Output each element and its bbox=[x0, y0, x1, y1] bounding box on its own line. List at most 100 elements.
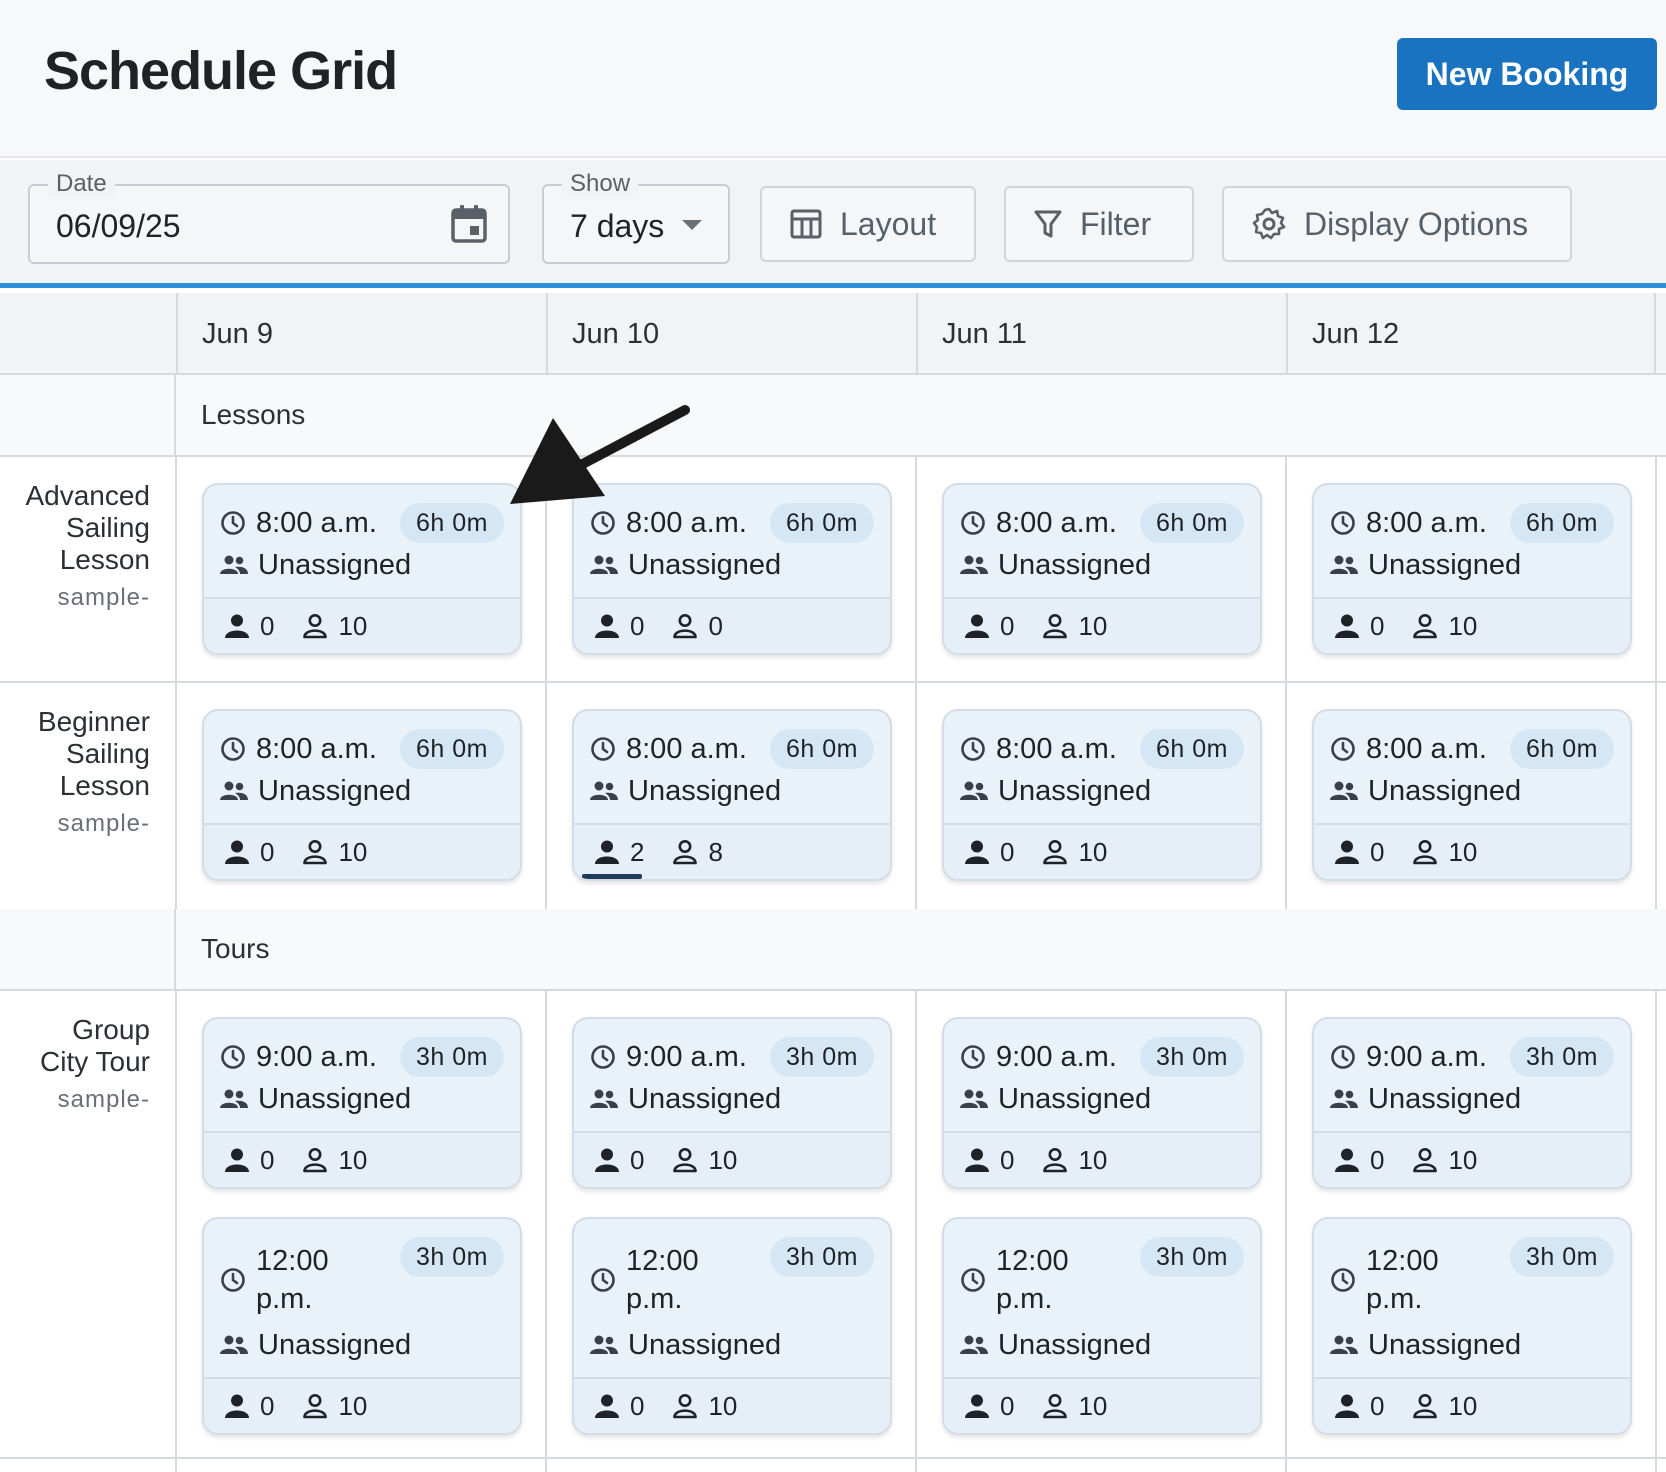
row-name-line: Sailing bbox=[65, 738, 150, 769]
duration-badge: 6h 0m bbox=[1140, 729, 1244, 769]
date-field[interactable]: Date 06/09/25 bbox=[28, 170, 510, 264]
booking-card[interactable]: 8:00 a.m. 6h 0m Unassigned 0 10 bbox=[202, 709, 522, 881]
booking-card[interactable]: 8:00 a.m. 6h 0m Unassigned 0 10 bbox=[1312, 709, 1632, 881]
booked-count: 0 bbox=[594, 1145, 644, 1176]
booking-card[interactable]: 12:00 p.m. 3h 0m Unassigned 0 10 bbox=[202, 1217, 522, 1435]
card-body: 9:00 a.m. 3h 0m Unassigned bbox=[944, 1019, 1260, 1119]
booked-count: 0 bbox=[224, 837, 274, 868]
caret-down-icon[interactable] bbox=[682, 220, 702, 230]
available-count-value: 10 bbox=[1078, 1144, 1108, 1175]
filter-icon bbox=[1034, 210, 1062, 238]
available-count: 10 bbox=[302, 1391, 367, 1422]
person-outline-icon bbox=[1043, 1148, 1068, 1173]
booked-count: 0 bbox=[1334, 837, 1384, 868]
row-label-group-city-tour: Group City Tour sample- bbox=[0, 1014, 150, 1116]
person-outline-icon bbox=[303, 1394, 328, 1419]
booking-card[interactable]: 8:00 a.m. 6h 0m Unassigned 0 10 bbox=[202, 483, 522, 655]
duration-badge: 3h 0m bbox=[770, 1037, 874, 1077]
row-name-line: Sailing bbox=[65, 512, 150, 543]
card-staff: Unassigned bbox=[998, 774, 1152, 807]
card-body: 9:00 a.m. 3h 0m Unassigned bbox=[204, 1019, 520, 1119]
card-capacity: 00 bbox=[574, 597, 890, 653]
available-count-value: 10 bbox=[338, 1144, 368, 1175]
date-field-value[interactable]: 06/09/25 bbox=[56, 208, 181, 245]
duration-badge: 6h 0m bbox=[400, 729, 504, 769]
card-time: 9:00 a.m. bbox=[996, 1040, 1117, 1073]
booked-count-value: 0 bbox=[1000, 836, 1015, 867]
booking-card[interactable]: 9:00 a.m. 3h 0m Unassigned 0 10 bbox=[572, 1017, 892, 1189]
filter-button[interactable]: Filter bbox=[1004, 186, 1194, 262]
booking-card[interactable]: 9:00 a.m. 3h 0m Unassigned 0 10 bbox=[1312, 1017, 1632, 1189]
date-header-jun9[interactable]: Jun 9 bbox=[176, 293, 546, 375]
card-staff: Unassigned bbox=[1368, 1328, 1522, 1361]
booked-count: 0 bbox=[224, 611, 274, 642]
booked-count-value: 0 bbox=[260, 1144, 275, 1175]
duration-badge: 6h 0m bbox=[1510, 503, 1614, 543]
card-staff: Unassigned bbox=[258, 548, 412, 581]
row-label-beginner-sailing: Beginner Sailing Lesson sample- bbox=[0, 706, 150, 840]
group-icon bbox=[960, 781, 988, 800]
card-time: 8:00 a.m. bbox=[256, 506, 377, 539]
booking-card[interactable]: 12:00 p.m. 3h 0m Unassigned 0 10 bbox=[1312, 1217, 1632, 1435]
row-name-line: Advanced bbox=[25, 480, 150, 511]
booking-card[interactable]: 8:00 a.m. 6h 0m Unassigned 2 8 bbox=[572, 709, 892, 881]
group-icon bbox=[590, 1335, 618, 1354]
booking-card[interactable]: 12:00 p.m. 3h 0m Unassigned 0 10 bbox=[942, 1217, 1262, 1435]
display-options-button[interactable]: Display Options bbox=[1222, 186, 1572, 262]
booking-card[interactable]: 8:00 a.m. 6h 0m Unassigned 0 10 bbox=[942, 709, 1262, 881]
card-capacity: 0 10 bbox=[1314, 1377, 1630, 1433]
card-staff-line: Unassigned bbox=[960, 1079, 1244, 1119]
show-select-value[interactable]: 7 days bbox=[570, 208, 664, 245]
card-staff-line: Unassigned bbox=[1330, 771, 1614, 811]
card-capacity: 0 10 bbox=[204, 597, 520, 653]
grid-line bbox=[915, 457, 917, 909]
booked-count-value: 0 bbox=[1000, 1144, 1015, 1175]
clock-icon bbox=[221, 511, 245, 535]
available-count-value: 10 bbox=[338, 836, 368, 867]
booking-card[interactable]: 8:00 a.m. 6h 0m Unassigned 0 10 bbox=[942, 483, 1262, 655]
card-staff-line: Unassigned bbox=[960, 545, 1244, 585]
calendar-icon[interactable] bbox=[450, 204, 488, 244]
booked-count-value: 0 bbox=[630, 1144, 645, 1175]
new-booking-button[interactable]: New Booking bbox=[1397, 38, 1657, 110]
card-staff-line: Unassigned bbox=[590, 1325, 874, 1365]
clock-icon bbox=[1331, 511, 1355, 535]
card-capacity: 0 10 bbox=[1314, 597, 1630, 653]
card-staff-line: Unassigned bbox=[590, 545, 874, 585]
card-staff-line: Unassigned bbox=[220, 1325, 504, 1365]
card-staff: Unassigned bbox=[628, 1328, 782, 1361]
grid-line bbox=[1285, 457, 1287, 909]
show-select[interactable]: Show 7 days bbox=[542, 170, 730, 264]
card-capacity: 0 10 bbox=[1314, 1131, 1630, 1187]
card-body: 9:00 a.m. 3h 0m Unassigned bbox=[574, 1019, 890, 1119]
date-header-jun12[interactable]: Jun 12 bbox=[1286, 293, 1656, 375]
date-header-jun10[interactable]: Jun 10 bbox=[546, 293, 916, 375]
booking-card[interactable]: 12:00 p.m. 3h 0m Unassigned 0 10 bbox=[572, 1217, 892, 1435]
group-icon bbox=[590, 555, 618, 574]
person-filled-icon bbox=[1335, 840, 1359, 864]
booking-card[interactable]: 8:00 a.m. 6h 0m Unassigned 0 10 bbox=[1312, 483, 1632, 655]
page-title: Schedule Grid bbox=[44, 41, 398, 101]
section-label-lessons: Lessons bbox=[201, 399, 306, 430]
card-time: 8:00 a.m. bbox=[1366, 506, 1487, 539]
booking-card[interactable]: 9:00 a.m. 3h 0m Unassigned 0 10 bbox=[942, 1017, 1262, 1189]
booking-card[interactable]: 9:00 a.m. 3h 0m Unassigned 0 10 bbox=[202, 1017, 522, 1189]
available-count-value: 10 bbox=[708, 1144, 738, 1175]
card-staff: Unassigned bbox=[1368, 548, 1522, 581]
booked-count-value: 0 bbox=[1370, 610, 1385, 641]
row-divider bbox=[0, 681, 1666, 683]
layout-button[interactable]: Layout bbox=[760, 186, 976, 262]
booked-count-value: 0 bbox=[1000, 610, 1015, 641]
row-name-line: Beginner bbox=[37, 706, 150, 737]
date-header-jun11[interactable]: Jun 11 bbox=[916, 293, 1286, 375]
available-count-value: 10 bbox=[1078, 610, 1108, 641]
grid-line bbox=[1655, 991, 1657, 1472]
card-capacity: 0 10 bbox=[944, 597, 1260, 653]
booked-count: 0 bbox=[964, 611, 1014, 642]
clock-icon bbox=[591, 1045, 615, 1069]
card-staff-line: Unassigned bbox=[590, 771, 874, 811]
duration-badge: 3h 0m bbox=[1510, 1037, 1614, 1077]
section-lead-cell bbox=[0, 375, 176, 455]
card-body: 8:00 a.m. 6h 0m Unassigned bbox=[204, 485, 520, 585]
card-staff-line: Unassigned bbox=[1330, 1325, 1614, 1365]
